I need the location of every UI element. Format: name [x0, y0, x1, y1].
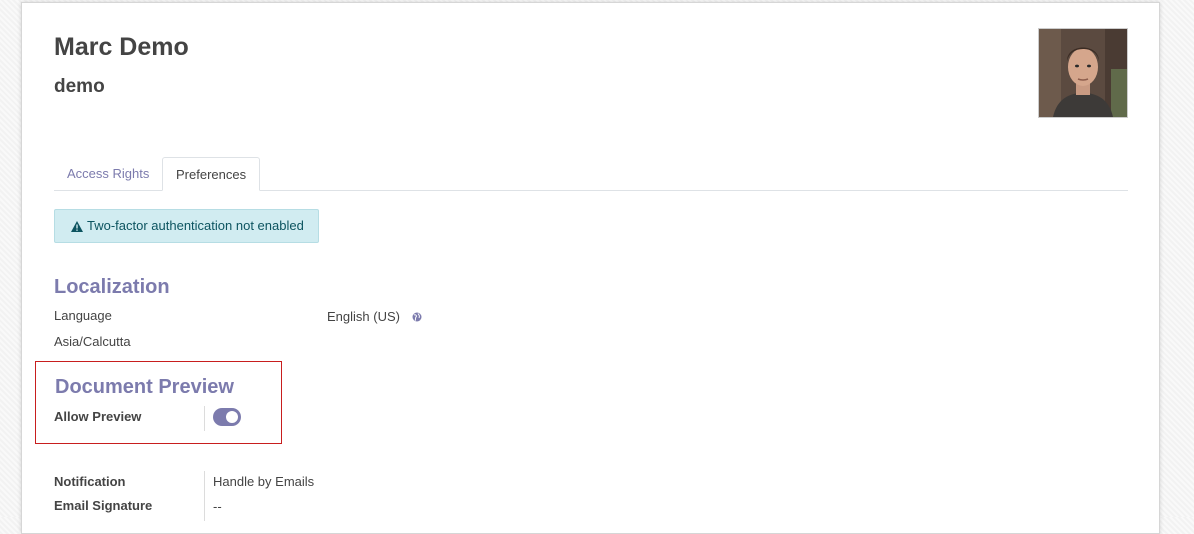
- section-title-localization: Localization: [54, 276, 170, 298]
- tab-access-rights[interactable]: Access Rights: [54, 157, 162, 190]
- two-factor-alert: Two-factor authentication not enabled: [54, 209, 319, 243]
- section-title-document-preview: Document Preview: [55, 376, 234, 398]
- user-name[interactable]: Marc Demo: [54, 31, 189, 63]
- avatar-image: [1039, 29, 1127, 117]
- field-separator: [204, 406, 205, 431]
- alert-text: Two-factor authentication not enabled: [87, 218, 304, 233]
- user-login[interactable]: demo: [54, 75, 105, 99]
- user-avatar[interactable]: [1038, 28, 1128, 118]
- timezone-value[interactable]: Asia/Calcutta: [54, 334, 131, 350]
- form-sheet: Marc Demo demo Access Rights Preferences: [21, 2, 1160, 534]
- language-value[interactable]: English (US): [327, 309, 400, 325]
- language-label: Language: [54, 308, 112, 323]
- email-signature-label: Email Signature: [54, 498, 153, 513]
- notification-label: Notification: [54, 474, 126, 489]
- notification-value[interactable]: Handle by Emails: [213, 474, 314, 490]
- warning-icon: [71, 212, 83, 244]
- email-signature-value[interactable]: --: [213, 499, 222, 515]
- field-separator: [204, 471, 205, 521]
- toggle-knob: [226, 411, 238, 423]
- allow-preview-label: Allow Preview: [54, 409, 142, 424]
- highlight-box: [35, 361, 282, 444]
- globe-icon[interactable]: [412, 309, 422, 327]
- allow-preview-toggle[interactable]: [213, 408, 241, 426]
- tab-preferences[interactable]: Preferences: [162, 157, 261, 191]
- notebook-tabs: Access Rights Preferences: [54, 157, 1128, 191]
